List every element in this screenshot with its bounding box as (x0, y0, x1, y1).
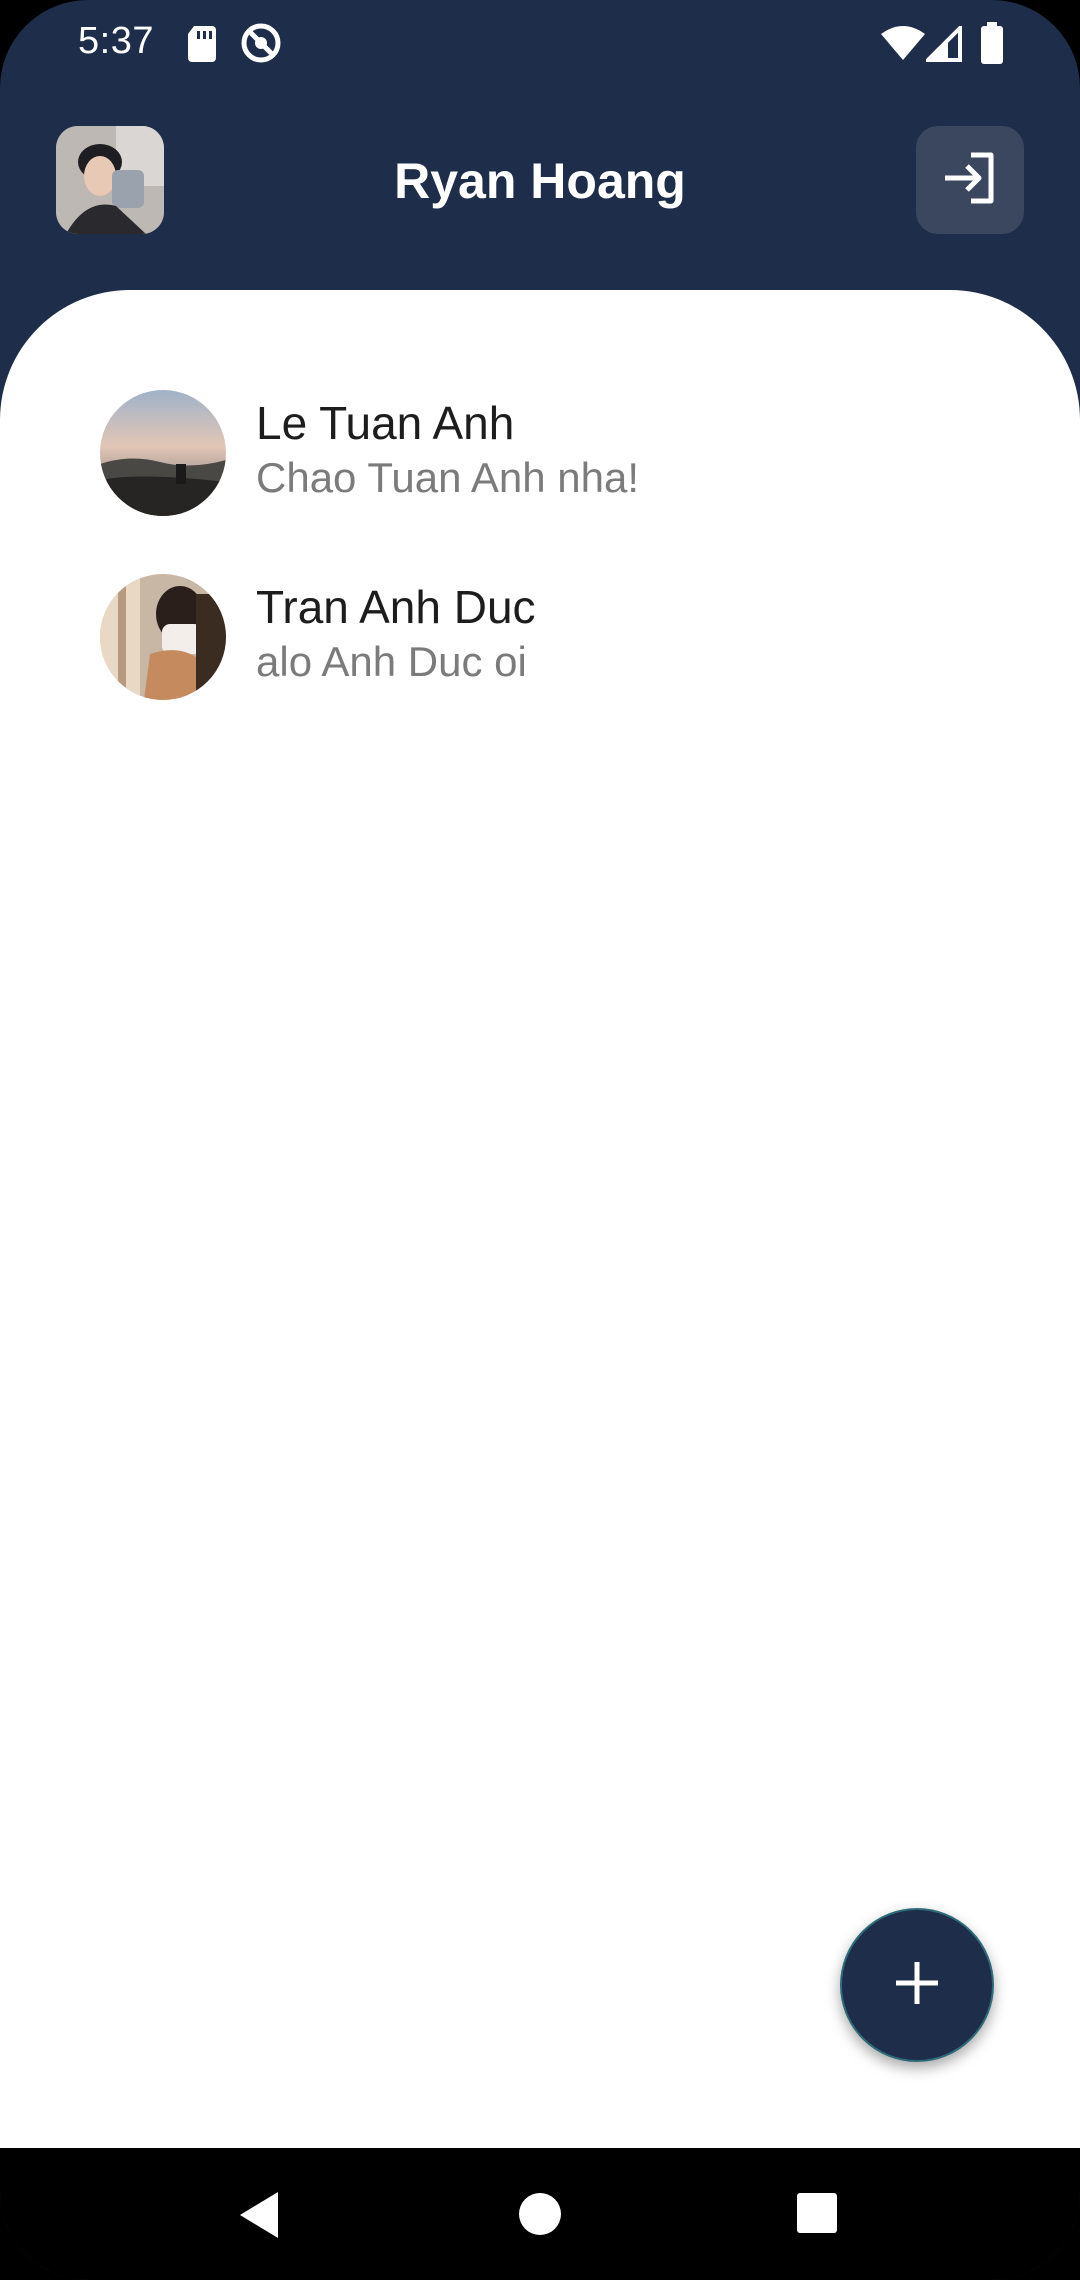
conversation-last-message: Chao Tuan Anh nha! (256, 454, 639, 501)
app-header: Ryan Hoang (0, 90, 1080, 290)
system-navigation-bar (0, 2148, 1080, 2280)
status-bar: 5:37 (0, 0, 1080, 90)
battery-icon (980, 22, 1004, 69)
plus-icon (892, 1958, 942, 2013)
list-item[interactable]: Tran Anh Duc alo Anh Duc oi (100, 574, 1000, 704)
wifi-icon (880, 26, 926, 67)
conversation-name: Le Tuan Anh (256, 397, 515, 449)
page-title: Ryan Hoang (394, 153, 686, 209)
no-disturb-icon (240, 22, 282, 69)
conversation-name: Tran Anh Duc (256, 581, 536, 633)
recents-icon[interactable] (796, 2192, 838, 2239)
home-icon[interactable] (518, 2192, 562, 2241)
logout-button[interactable] (916, 126, 1024, 234)
status-time: 5:37 (78, 20, 154, 62)
signal-icon (923, 23, 962, 67)
list-item[interactable]: Le Tuan Anh Chao Tuan Anh nha! (100, 390, 1000, 520)
logout-icon (941, 149, 999, 212)
conversation-list: Le Tuan Anh Chao Tuan Anh nha! Tran Anh … (0, 290, 1080, 2148)
profile-avatar[interactable] (56, 126, 164, 234)
back-icon[interactable] (236, 2190, 282, 2245)
avatar (100, 390, 226, 516)
conversation-last-message: alo Anh Duc oi (256, 638, 527, 685)
sd-card-icon (186, 24, 218, 67)
avatar (100, 574, 226, 700)
app-screen: 5:37 Ryan Hoang Le Tuan Anh Chao Tuan An… (0, 0, 1080, 2280)
new-conversation-button[interactable] (840, 1908, 994, 2062)
